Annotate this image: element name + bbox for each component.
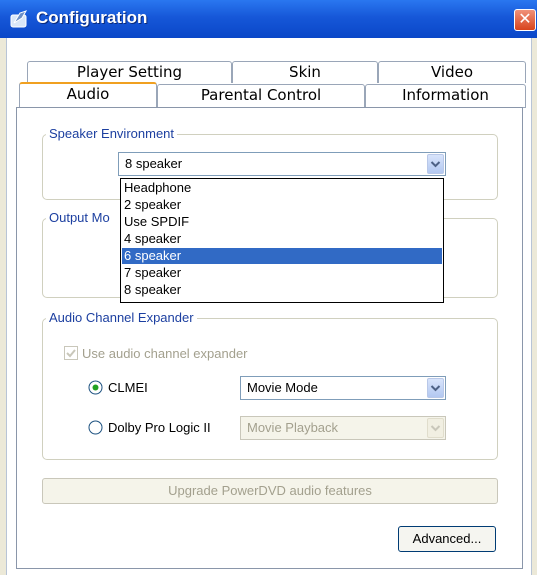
dropdown-option-use-spdif[interactable]: Use SPDIF [122, 214, 442, 230]
chevron-down-icon[interactable] [427, 154, 444, 174]
use-expander-label: Use audio channel expander [82, 346, 248, 361]
audio-channel-expander-legend: Audio Channel Expander [46, 310, 197, 326]
tab-label: Information [402, 86, 489, 104]
close-icon: ✕ [518, 11, 532, 28]
advanced-button[interactable]: Advanced... [398, 526, 496, 552]
configuration-window: Configuration ✕ Player Setting Skin Vide… [0, 0, 537, 575]
output-mode-legend: Output Mo [46, 210, 122, 226]
title-bar[interactable]: Configuration ✕ [0, 0, 537, 38]
dropdown-option-2-speaker[interactable]: 2 speaker [122, 197, 442, 213]
use-expander-checkbox[interactable] [64, 346, 79, 364]
dolby-radio[interactable] [88, 420, 103, 438]
dolby-label: Dolby Pro Logic II [108, 420, 211, 435]
tab-label: Skin [289, 63, 321, 81]
dolby-mode-select[interactable]: Movie Playback [240, 416, 446, 440]
window-title: Configuration [36, 8, 148, 27]
dolby-mode-value: Movie Playback [247, 420, 339, 435]
tab-parental-control[interactable]: Parental Control [157, 84, 365, 108]
tab-video[interactable]: Video [378, 61, 526, 83]
app-icon [10, 9, 30, 29]
tab-skin[interactable]: Skin [232, 61, 378, 83]
chevron-down-icon[interactable] [427, 378, 444, 398]
dropdown-option-4-speaker[interactable]: 4 speaker [122, 231, 442, 247]
dropdown-option-8-speaker[interactable]: 8 speaker [122, 282, 442, 298]
tab-label: Video [430, 63, 474, 81]
chevron-down-icon [427, 418, 444, 438]
speaker-environment-dropdown: Headphone 2 speaker Use SPDIF 4 speaker … [120, 178, 444, 303]
clmei-label: CLMEI [108, 380, 148, 395]
tab-audio[interactable]: Audio [19, 82, 157, 108]
tab-information[interactable]: Information [365, 84, 526, 108]
upgrade-audio-label: Upgrade PowerDVD audio features [168, 483, 372, 498]
clmei-mode-select[interactable]: Movie Mode [240, 376, 446, 400]
clmei-mode-value: Movie Mode [247, 380, 318, 395]
tab-label: Player Setting [76, 63, 183, 81]
tab-label: Audio [66, 85, 110, 103]
dropdown-option-6-speaker[interactable]: 6 speaker [122, 248, 442, 264]
speaker-environment-select[interactable]: 8 speaker [118, 152, 446, 176]
dropdown-option-headphone[interactable]: Headphone [122, 180, 442, 196]
clmei-radio[interactable] [88, 380, 103, 398]
speaker-environment-value: 8 speaker [125, 156, 183, 171]
tab-player-setting[interactable]: Player Setting [27, 61, 232, 83]
advanced-label: Advanced... [412, 531, 482, 546]
speaker-environment-legend: Speaker Environment [46, 126, 178, 142]
tab-label: Parental Control [200, 86, 322, 104]
close-button[interactable]: ✕ [514, 9, 536, 31]
upgrade-audio-button[interactable]: Upgrade PowerDVD audio features [42, 478, 498, 504]
dropdown-option-7-speaker[interactable]: 7 speaker [122, 265, 442, 281]
